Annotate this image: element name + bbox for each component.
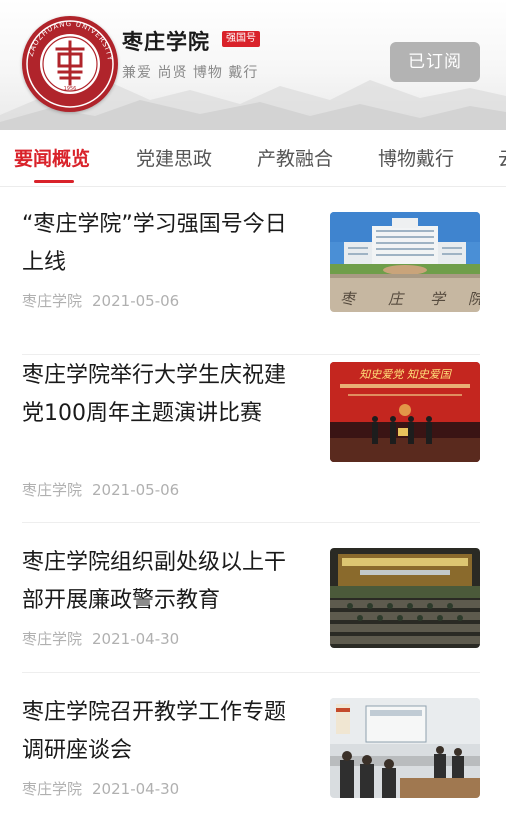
article-title: 枣庄学院组织副处级以上干部开展廉政警示教育 — [22, 550, 287, 613]
logo-year: 1956 — [64, 86, 77, 92]
article-thumbnail — [330, 548, 480, 648]
article-item[interactable]: 枣庄学院举行大学生庆祝建党100周年主题演讲比赛 枣庄学院 2021-05-06 … — [0, 357, 506, 523]
article-source: 枣庄学院 — [22, 481, 83, 499]
article-date: 2021-05-06 — [92, 292, 180, 310]
svg-text:庄: 庄 — [388, 290, 405, 308]
article-thumbnail: 枣 庄 学 院 — [330, 212, 480, 312]
article-thumbnail: 知史爱党 知史爱国 — [330, 362, 480, 462]
article-source: 枣庄学院 — [22, 630, 83, 648]
svg-text:枣: 枣 — [340, 290, 357, 308]
divider — [22, 672, 480, 673]
qiangguo-badge: 强国号 — [222, 31, 260, 47]
tab-news-overview[interactable]: 要闻概览 — [14, 144, 90, 171]
speech-contest-image: 知史爱党 知史爱国 — [330, 362, 480, 462]
svg-text:学: 学 — [430, 290, 447, 308]
svg-text:院: 院 — [468, 290, 480, 308]
article-source: 枣庄学院 — [22, 780, 83, 798]
article-item[interactable]: “枣庄学院”学习强国号今日上线 枣庄学院 2021-05-06 枣 庄 学 — [0, 206, 506, 356]
article-date: 2021-04-30 — [92, 780, 180, 798]
university-logo[interactable]: ZAOZHUANG UNIVERSITY 1956 — [22, 16, 118, 112]
account-name: 枣庄学院 — [122, 30, 210, 54]
tab-cloud[interactable]: 云 — [498, 144, 506, 171]
active-tab-indicator — [34, 180, 74, 183]
article-meta: 枣庄学院 2021-05-06 — [22, 479, 179, 500]
article-item[interactable]: 枣庄学院组织副处级以上干部开展廉政警示教育 枣庄学院 2021-04-30 — [0, 544, 506, 672]
article-item[interactable]: 枣庄学院召开教学工作专题调研座谈会 枣庄学院 2021-04-30 — [0, 694, 506, 815]
campus-building-image: 枣 庄 学 院 — [330, 212, 480, 312]
article-source: 枣庄学院 — [22, 292, 83, 310]
article-date: 2021-04-30 — [92, 630, 180, 648]
meeting-hall-image — [330, 548, 480, 648]
article-meta: 枣庄学院 2021-05-06 — [22, 290, 179, 311]
article-title: 枣庄学院举行大学生庆祝建党100周年主题演讲比赛 — [22, 363, 287, 426]
article-title: “枣庄学院”学习强国号今日上线 — [22, 212, 287, 275]
article-meta: 枣庄学院 2021-04-30 — [22, 628, 179, 649]
divider — [22, 522, 480, 523]
thumb-banner-text: 知史爱党 知史爱国 — [359, 368, 452, 381]
article-meta: 枣庄学院 2021-04-30 — [22, 778, 179, 799]
tab-party-building[interactable]: 党建思政 — [136, 144, 212, 171]
seminar-room-image — [330, 698, 480, 798]
account-tagline: 兼爱 尚贤 博物 戴行 — [122, 65, 259, 81]
tab-industry-education[interactable]: 产教融合 — [257, 144, 333, 171]
divider — [22, 354, 480, 355]
article-thumbnail — [330, 698, 480, 798]
article-date: 2021-05-06 — [92, 481, 180, 499]
tab-bowu-daixing[interactable]: 博物戴行 — [378, 144, 454, 171]
account-header: ZAOZHUANG UNIVERSITY 1956 枣庄学院 强国号 兼爱 尚贤… — [0, 0, 506, 130]
article-title: 枣庄学院召开教学工作专题调研座谈会 — [22, 700, 287, 763]
category-tabs: 要闻概览 党建思政 产教融合 博物戴行 云 — [0, 130, 506, 187]
subscribed-button[interactable]: 已订阅 — [390, 42, 480, 82]
